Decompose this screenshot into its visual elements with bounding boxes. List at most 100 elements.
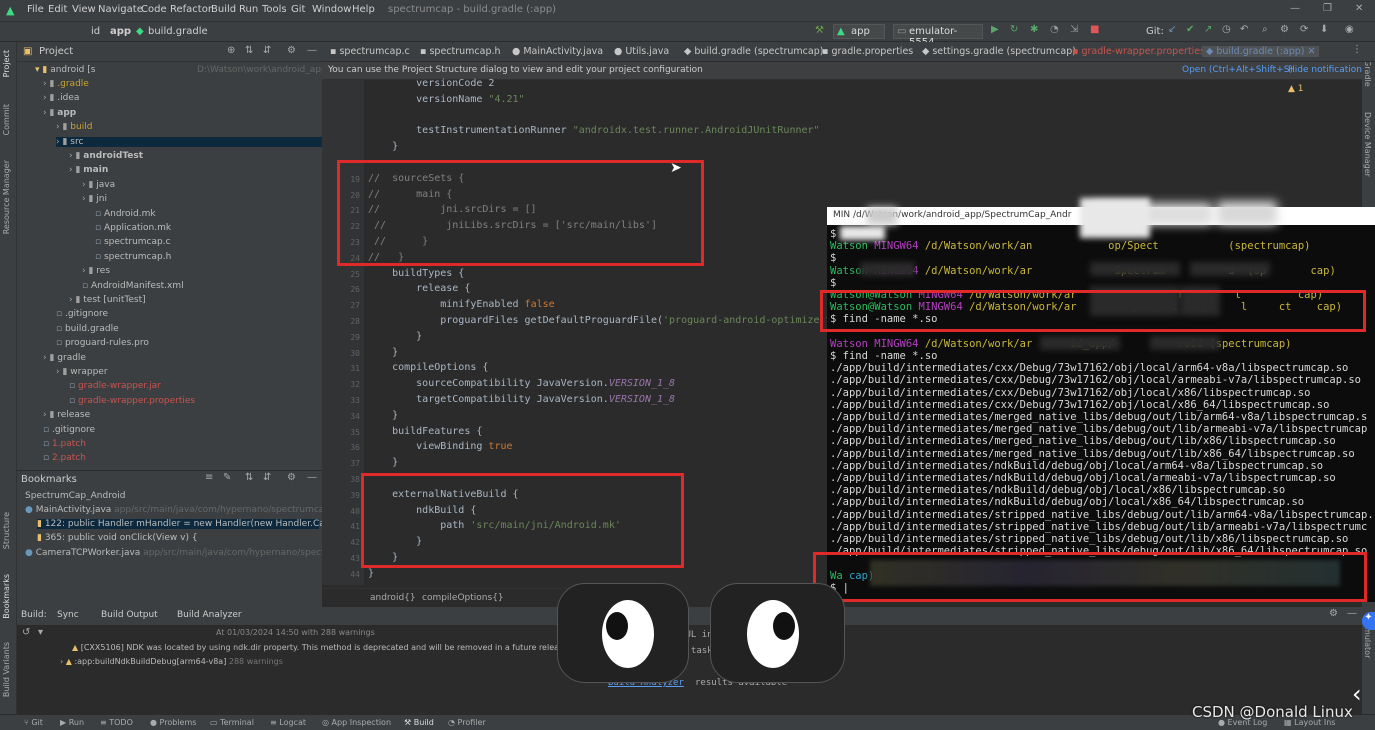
status-logcat[interactable]: ≡ Logcat (270, 718, 306, 727)
tree-item[interactable]: › ▮ gradle (43, 353, 86, 363)
tool-structure[interactable]: Structure (2, 512, 11, 549)
expand-bookmarks-icon[interactable]: ⇅ (245, 472, 253, 483)
tree-item[interactable]: › ▮ build (56, 122, 92, 132)
build-settings-icon[interactable]: ⚙ (1329, 608, 1338, 619)
git-push-icon[interactable]: ↗ (1204, 24, 1212, 35)
status-profiler[interactable]: ◔ Profiler (448, 718, 486, 727)
tab-settings-gradle[interactable]: ◆ settings.gradle (spectrumcap) (922, 46, 1076, 57)
tree-item[interactable]: › ▮ release (43, 410, 90, 420)
code-line[interactable]: compileOptions { (368, 362, 488, 373)
status-build[interactable]: ⚒ Build (404, 718, 434, 727)
code-line[interactable]: } (368, 410, 398, 421)
status-terminal[interactable]: ▭ Terminal (210, 718, 254, 727)
tree-root[interactable]: ▾ ▮ android [s (35, 65, 95, 75)
sync-icon[interactable]: ⟳ (1300, 24, 1308, 35)
breadcrumb-module[interactable]: app (110, 26, 131, 37)
user-icon[interactable]: ◉ (1345, 24, 1354, 35)
bookmark-line[interactable]: ▮ 122: public Handler mHandler = new Han… (37, 519, 367, 529)
status-problems[interactable]: ● Problems (150, 718, 196, 727)
status-app-inspection[interactable]: ◎ App Inspection (322, 718, 391, 727)
tree-item[interactable]: ▫ Application.mk (95, 223, 171, 233)
tree-item[interactable]: ▫ .gitignore (56, 309, 108, 319)
menu-code[interactable]: Code (141, 4, 167, 15)
menu-refactor[interactable]: Refactor (170, 4, 212, 15)
collapse-bookmarks-icon[interactable]: ⇵ (263, 472, 271, 483)
menu-run[interactable]: Run (239, 4, 258, 15)
assistant-icon[interactable]: ✦ (1362, 612, 1375, 630)
tool-device-manager[interactable]: Device Manager (1363, 112, 1372, 177)
status-todo[interactable]: ≡ TODO (100, 718, 133, 727)
menu-view[interactable]: View (72, 4, 96, 15)
tool-project[interactable]: Project (2, 50, 11, 77)
menu-help[interactable]: Help (352, 4, 375, 15)
code-line[interactable]: } (368, 141, 398, 152)
menu-navigate[interactable]: Navigate (98, 4, 143, 15)
tabs-menu-icon[interactable]: ⋮ (1352, 44, 1362, 55)
apply-changes-icon[interactable]: ↻ (1010, 24, 1018, 35)
code-line[interactable]: minifyEnabled false (368, 299, 554, 310)
tree-item[interactable]: › ▮ wrapper (56, 367, 108, 377)
banner-open-link[interactable]: Open (Ctrl+Alt+Shift+S) (1182, 65, 1293, 75)
status-run[interactable]: ▶ Run (60, 718, 84, 727)
tree-item[interactable]: › ▮ .gradle (43, 79, 89, 89)
debug-icon[interactable]: ✱ (1030, 24, 1038, 35)
run-config-select[interactable]: ▲ app (833, 24, 885, 39)
code-line[interactable]: proguardFiles getDefaultProguardFile('pr… (368, 315, 849, 326)
menu-window[interactable]: Window (312, 4, 351, 15)
breadcrumb-file[interactable]: build.gradle (148, 26, 208, 37)
build-task-row[interactable]: › ▲ :app:buildNdkBuildDebug[arm64-v8a] 2… (60, 657, 283, 666)
tree-item[interactable]: ▫ Android.mk (95, 209, 156, 219)
search-icon[interactable]: ⌕ (1262, 24, 1268, 35)
tree-item[interactable]: ▫ .gitignore (43, 425, 95, 435)
code-line[interactable]: sourceCompatibility JavaVersion.VERSION_… (368, 378, 675, 389)
tree-item[interactable]: ▫ spectrumcap.c (95, 237, 171, 247)
tree-item[interactable]: ▫ gradle-wrapper.jar (69, 381, 161, 391)
tree-item[interactable]: ▫ 2.patch (43, 453, 86, 463)
git-commit-icon[interactable]: ✔ (1186, 24, 1194, 35)
code-line[interactable]: } (368, 331, 422, 342)
rollback-icon[interactable]: ↶ (1240, 24, 1248, 35)
tool-bookmarks[interactable]: Bookmarks (2, 574, 11, 619)
tab-gradle-properties[interactable]: ▪ gradle.properties (822, 46, 913, 57)
tree-item[interactable]: ▫ gradle-wrapper.properties (69, 396, 195, 406)
settings-icon[interactable]: ⚙ (1280, 24, 1289, 35)
expand-all-icon[interactable]: ⇅ (245, 45, 253, 56)
tree-item[interactable]: › ▮ test [unitTest] (69, 295, 146, 305)
code-line[interactable]: versionName "4.21" (368, 94, 524, 105)
tab-utils[interactable]: ● Utils.java (614, 46, 669, 57)
edit-bookmark-icon[interactable]: ✎ (223, 472, 231, 483)
sdk-manager-icon[interactable]: ⬇ (1320, 24, 1328, 35)
tool-commit[interactable]: Commit (2, 104, 11, 135)
tool-gradle[interactable]: Gradle (1363, 60, 1372, 87)
tool-resource-manager[interactable]: Resource Manager (2, 160, 11, 234)
tab-spectrumcap-h[interactable]: ▪ spectrumcap.h (420, 46, 501, 57)
code-line[interactable]: versionCode 2 (368, 78, 494, 89)
expand-node-icon[interactable]: ▾ (38, 627, 43, 638)
tree-item[interactable]: ▫ AndroidManifest.xml (82, 281, 184, 291)
banner-hide-link[interactable]: Hide notification (1288, 65, 1362, 75)
menu-git[interactable]: Git (291, 4, 305, 15)
bookmark-file[interactable]: ● MainActivity.java app/src/main/java/co… (25, 505, 330, 515)
run-icon[interactable]: ▶ (991, 24, 999, 35)
menu-edit[interactable]: Edit (48, 4, 67, 15)
tree-item[interactable]: › ▮ java (82, 180, 115, 190)
tree-item[interactable]: › ▮ androidTest (69, 151, 143, 161)
tool-build-variants[interactable]: Build Variants (2, 642, 11, 697)
code-line[interactable]: } (368, 347, 398, 358)
tab-mainactivity[interactable]: ● MainActivity.java (512, 46, 603, 57)
warning-icon[interactable]: ▲ 1 (1288, 84, 1304, 94)
tab-build-output[interactable]: Build Output (101, 610, 158, 620)
hide-panel-icon[interactable]: — (307, 45, 317, 56)
status-git[interactable]: ⑂ Git (24, 718, 43, 727)
menu-tools[interactable]: Tools (262, 4, 287, 15)
maximize-icon[interactable]: ❐ (1323, 3, 1332, 14)
chevron-left-icon[interactable]: ‹ (1352, 680, 1362, 708)
bookmark-group[interactable]: SpectrumCap_Android (25, 491, 125, 501)
tab-gradle-wrapper[interactable]: ▪ gradle-wrapper.properties (1072, 46, 1205, 57)
profile-icon[interactable]: ◔ (1050, 24, 1059, 35)
tree-item[interactable]: › ▮ app (43, 108, 76, 118)
code-line[interactable]: buildFeatures { (368, 426, 482, 437)
device-select[interactable]: ▭ emulator-5554 (893, 24, 983, 48)
tree-item[interactable]: › ▮ src (56, 136, 322, 147)
crumb-android[interactable]: android{} (370, 593, 416, 603)
